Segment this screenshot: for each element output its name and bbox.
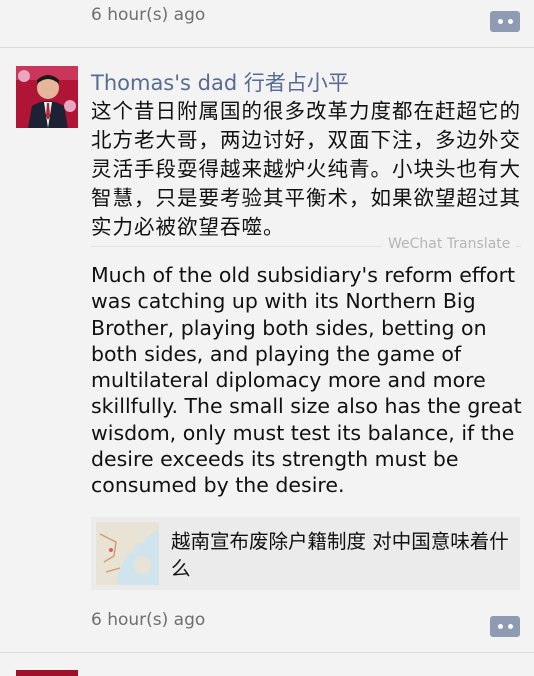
- map-thumbnail-icon: [96, 522, 159, 585]
- timestamp: 6 hour(s) ago: [91, 5, 206, 25]
- avatar[interactable]: [16, 66, 78, 128]
- divider: [0, 652, 534, 653]
- divider: [0, 47, 534, 48]
- translate-label: WeChat Translate: [382, 236, 517, 252]
- more-dots-icon[interactable]: [490, 616, 520, 637]
- timestamp: 6 hour(s) ago: [91, 610, 206, 630]
- link-card[interactable]: 越南宣布废除户籍制度 对中国意味着什么: [91, 517, 520, 590]
- link-title: 越南宣布废除户籍制度 对中国意味着什么: [171, 530, 509, 580]
- avatar-photo-icon: [16, 66, 78, 128]
- post-text-chinese: 这个昔日附属国的很多改革力度都在赶超它的北方老大哥，两边讨好，双面下注，多边外交…: [91, 99, 521, 239]
- more-dots-icon[interactable]: [490, 11, 520, 32]
- post-text-english: Much of the old subsidiary's reform effo…: [91, 263, 522, 498]
- author-name[interactable]: Thomas's dad 行者占小平: [91, 67, 349, 97]
- avatar[interactable]: [16, 670, 78, 676]
